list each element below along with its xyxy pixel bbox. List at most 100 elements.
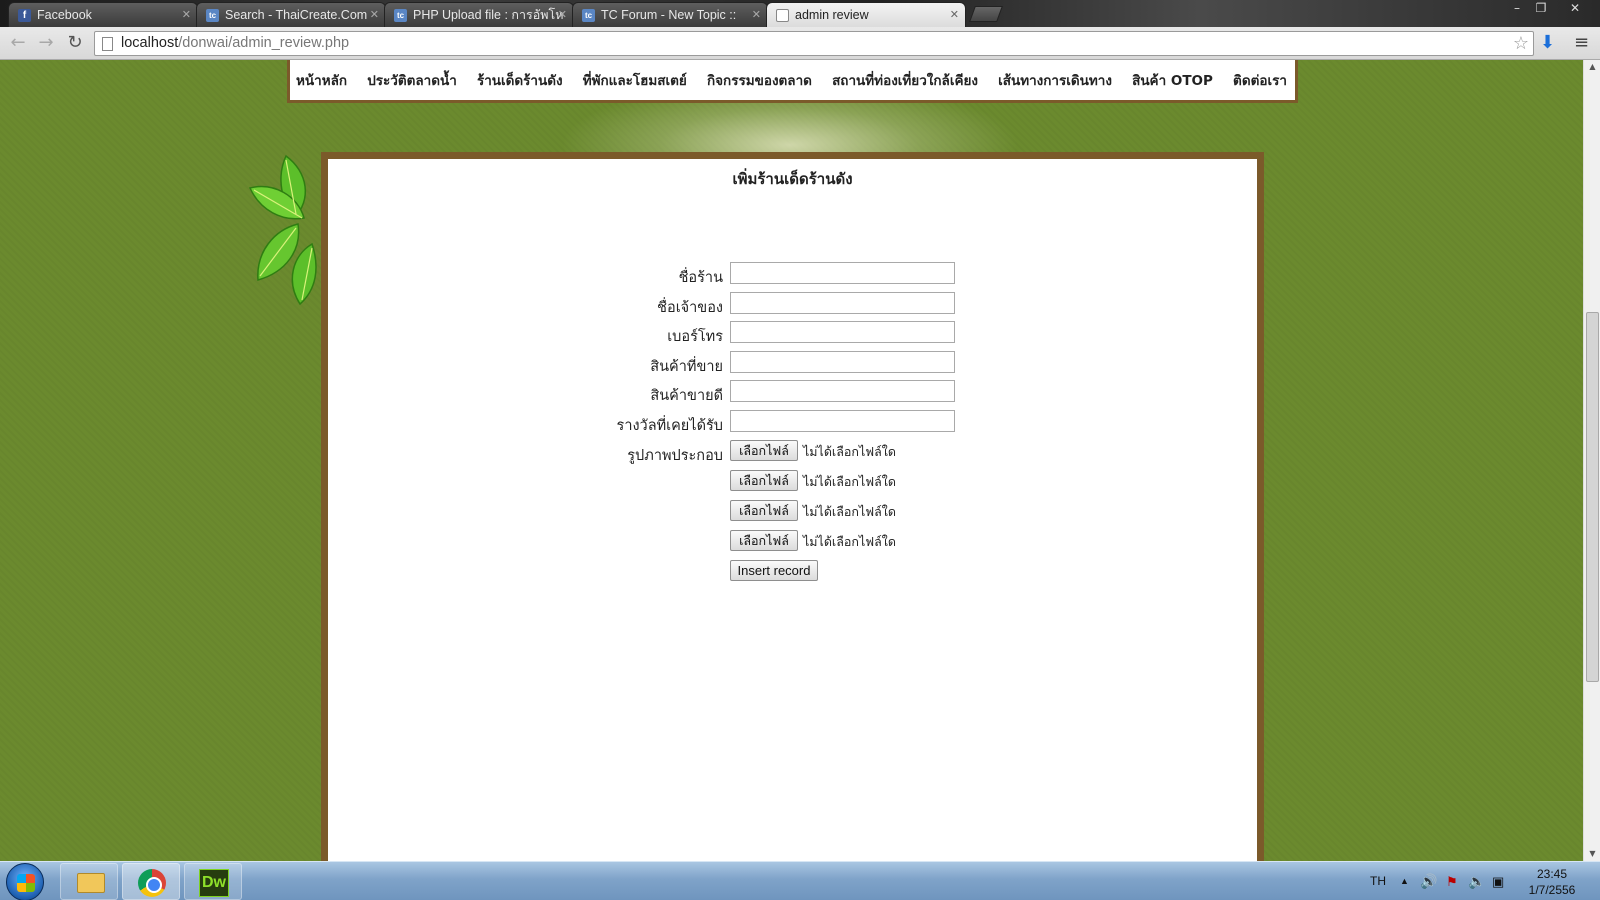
form-row-image-2: เลือกไฟล์ ไม่ได้เลือกไฟล์ใด <box>328 470 1257 496</box>
language-indicator[interactable]: TH <box>1370 862 1386 900</box>
page-icon <box>102 37 113 51</box>
shop-name-label: ชื่อร้าน <box>678 270 723 286</box>
nav-directions[interactable]: เส้นทางการเดินทาง <box>998 69 1112 91</box>
nav-otop[interactable]: สินค้า OTOP <box>1132 69 1213 91</box>
products-input[interactable] <box>730 350 955 373</box>
form-row-image-4: เลือกไฟล์ ไม่ได้เลือกไฟล์ใด <box>328 530 1257 556</box>
nav-famous-shops[interactable]: ร้านเด็ดร้านดัง <box>477 69 563 91</box>
form-row-owner: ชื่อเจ้าของ <box>328 291 1257 318</box>
awards-label: รางวัลที่เคยได้รับ <box>616 417 723 434</box>
content-panel: เพิ่มร้านเด็ดร้านดัง ชื่อร้าน ชื่อเจ้าขอ… <box>321 152 1264 861</box>
address-bar[interactable]: localhost/donwai/admin_review.php ☆ <box>94 31 1534 56</box>
form-row-products: สินค้าที่ขาย <box>328 350 1257 377</box>
volume-mixer-icon[interactable]: 🔊 <box>1420 862 1437 900</box>
best-seller-input[interactable] <box>730 380 955 402</box>
scroll-up-icon[interactable]: ▲ <box>1584 60 1600 74</box>
images-label: รูปภาพประกอบ <box>627 448 723 464</box>
browser-toolbar: ← → ↻ localhost/donwai/admin_review.php … <box>0 27 1600 60</box>
clock-time: 23:45 <box>1536 867 1568 881</box>
network-icon[interactable]: ▣ <box>1492 862 1504 900</box>
thaicreate-icon: tc <box>206 9 219 22</box>
forward-icon[interactable]: → <box>34 32 58 54</box>
nav-activities[interactable]: กิจกรรมของตลาด <box>707 69 812 91</box>
form-row-awards: รางวัลที่เคยได้รับ <box>328 409 1257 436</box>
nav-accommodation[interactable]: ที่พักและโฮมสเตย์ <box>583 69 687 91</box>
file-status: ไม่ได้เลือกไฟล์ใด <box>803 474 896 489</box>
awards-input[interactable] <box>730 409 955 432</box>
tab-close-icon[interactable]: ✕ <box>950 3 959 27</box>
scroll-down-icon[interactable]: ▼ <box>1584 847 1600 861</box>
leaf-decoration <box>248 154 317 306</box>
page-viewport: หน้าหลัก ประวัติตลาดน้ำ ร้านเด็ดร้านดัง … <box>0 60 1583 861</box>
phone-label: เบอร์โทร <box>667 329 723 345</box>
site-navigation: หน้าหลัก ประวัติตลาดน้ำ ร้านเด็ดร้านดัง … <box>287 60 1298 103</box>
tab-admin-review[interactable]: admin review ✕ <box>766 2 966 27</box>
speaker-icon[interactable]: 🔈 <box>1468 862 1485 900</box>
minimize-icon[interactable]: – <box>1504 0 1530 18</box>
tab-label: admin review <box>795 8 869 22</box>
form-row-phone: เบอร์โทร <box>328 321 1257 347</box>
download-icon[interactable]: ⬇ <box>1540 32 1555 53</box>
taskbar-dreamweaver[interactable]: Dw <box>184 863 242 900</box>
nav-nearby-attractions[interactable]: สถานที่ท่องเที่ยวใกล้เคียง <box>832 69 978 91</box>
back-icon[interactable]: ← <box>6 32 30 54</box>
tab-search-thaicreate[interactable]: tc Search - ThaiCreate.Com ✕ <box>196 2 386 27</box>
dreamweaver-icon: Dw <box>199 869 229 897</box>
form-row-image-3: เลือกไฟล์ ไม่ได้เลือกไฟล์ใด <box>328 500 1257 526</box>
windows-taskbar: Dw TH ▲ 🔊 ⚑ 🔈 ▣ 23:45 1/7/2556 <box>0 861 1600 900</box>
menu-icon[interactable]: ≡ <box>1574 32 1589 53</box>
taskbar-chrome[interactable] <box>122 863 180 900</box>
tab-label: TC Forum - New Topic :: <box>601 8 737 22</box>
url-text: localhost/donwai/admin_review.php <box>121 35 350 51</box>
file-explorer-icon <box>77 873 105 893</box>
choose-file-button[interactable]: เลือกไฟล์ <box>730 530 798 551</box>
show-hidden-icons-icon[interactable]: ▲ <box>1400 862 1409 900</box>
page-title: เพิ่มร้านเด็ดร้านดัง <box>732 170 853 188</box>
form-row-image-1: รูปภาพประกอบ เลือกไฟล์ ไม่ได้เลือกไฟล์ใด <box>328 440 1257 466</box>
tab-close-icon[interactable]: ✕ <box>182 3 191 27</box>
new-tab-button[interactable] <box>969 6 1003 22</box>
start-button[interactable] <box>6 863 44 900</box>
tab-tc-forum[interactable]: tc TC Forum - New Topic :: ✕ <box>572 2 768 27</box>
tab-label: PHP Upload file : การอัพโห <box>413 8 564 22</box>
page-icon <box>776 9 789 22</box>
clock-date: 1/7/2556 <box>1528 883 1576 897</box>
thaicreate-icon: tc <box>582 9 595 22</box>
taskbar-explorer[interactable] <box>60 863 118 900</box>
choose-file-button[interactable]: เลือกไฟล์ <box>730 470 798 491</box>
file-status: ไม่ได้เลือกไฟล์ใด <box>803 444 896 459</box>
nav-home[interactable]: หน้าหลัก <box>296 69 347 91</box>
form-row-shop-name: ชื่อร้าน <box>328 262 1257 288</box>
file-status: ไม่ได้เลือกไฟล์ใด <box>803 534 896 549</box>
close-window-icon[interactable]: ✕ <box>1562 0 1588 18</box>
thaicreate-icon: tc <box>394 9 407 22</box>
tab-facebook[interactable]: f Facebook ✕ <box>8 2 198 27</box>
tab-close-icon[interactable]: ✕ <box>370 3 379 27</box>
page-scrollbar[interactable]: ▲ ▼ <box>1583 60 1600 861</box>
shop-name-input[interactable] <box>730 262 955 284</box>
file-status: ไม่ได้เลือกไฟล์ใด <box>803 504 896 519</box>
tab-close-icon[interactable]: ✕ <box>558 3 567 27</box>
insert-record-button[interactable]: Insert record <box>730 560 818 581</box>
windows-logo-icon <box>17 874 35 892</box>
tab-php-upload[interactable]: tc PHP Upload file : การอัพโห ✕ <box>384 2 574 27</box>
form-row-submit: Insert record <box>328 560 1257 586</box>
tab-close-icon[interactable]: ✕ <box>752 3 761 27</box>
action-center-icon[interactable]: ⚑ <box>1446 862 1458 900</box>
choose-file-button[interactable]: เลือกไฟล์ <box>730 440 798 461</box>
form-row-best-seller: สินค้าขายดี <box>328 380 1257 406</box>
bookmark-star-icon[interactable]: ☆ <box>1513 33 1529 54</box>
system-clock[interactable]: 23:45 1/7/2556 <box>1512 866 1592 898</box>
choose-file-button[interactable]: เลือกไฟล์ <box>730 500 798 521</box>
best-seller-label: สินค้าขายดี <box>650 388 723 404</box>
reload-icon[interactable]: ↻ <box>63 32 87 54</box>
facebook-icon: f <box>18 9 31 22</box>
scroll-thumb[interactable] <box>1586 312 1599 682</box>
nav-history[interactable]: ประวัติตลาดน้ำ <box>367 69 457 91</box>
restore-icon[interactable]: ❐ <box>1528 0 1554 18</box>
tab-label: Search - ThaiCreate.Com <box>225 8 368 22</box>
nav-contact[interactable]: ติดต่อเรา <box>1233 69 1287 91</box>
owner-input[interactable] <box>730 291 955 314</box>
phone-input[interactable] <box>730 321 955 343</box>
owner-label: ชื่อเจ้าของ <box>657 299 723 316</box>
